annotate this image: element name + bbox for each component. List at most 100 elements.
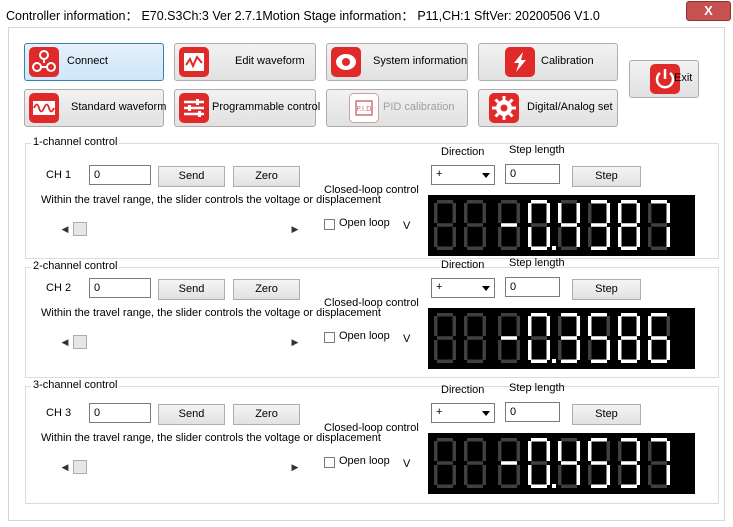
zero-button[interactable]: Zero [233,404,300,425]
segment-a [591,438,607,442]
segment-a [591,313,607,317]
segment-b [576,441,580,461]
segment-c [666,227,670,247]
direction-select[interactable]: + [431,278,495,298]
segment-a [467,313,483,317]
standard-waveform-button[interactable]: Standard waveform [24,89,166,127]
zero-button[interactable]: Zero [233,166,300,187]
segment-d [591,246,607,250]
segment-d [467,359,483,363]
segment-f [464,316,468,336]
channel-value-input[interactable] [89,403,151,423]
digital-analog-set-button[interactable]: Digital/Analog set [478,89,618,127]
slider-left-arrow[interactable]: ◀ [58,460,72,474]
step-length-input[interactable] [505,402,560,422]
segment-c [666,340,670,360]
send-button[interactable]: Send [158,166,225,187]
zero-button[interactable]: Zero [233,279,300,300]
step-length-input[interactable] [505,277,560,297]
step-button[interactable]: Step [572,404,641,425]
direction-select[interactable]: + [431,165,495,185]
segment-d [437,484,453,488]
step-length-label: Step length [509,257,565,269]
slider-thumb[interactable] [73,335,87,349]
segment-f [558,441,562,461]
pid-icon: P.I.D [349,93,379,123]
segment-g [651,223,667,227]
waveform-edit-icon [179,47,209,77]
slider-right-arrow[interactable]: ▶ [288,222,302,236]
connect-button[interactable]: Connect [24,43,164,81]
calibration-button[interactable]: Calibration [478,43,618,81]
segment-b [452,441,456,461]
open-loop-checkbox[interactable] [324,332,335,343]
send-button[interactable]: Send [158,279,225,300]
segment-g [591,223,607,227]
segment-f [528,316,532,336]
unit-label: V [403,458,411,470]
channel-value-input[interactable] [89,278,151,298]
seven-segment-display: 88-0.3586 [428,308,695,369]
unit-label: V [403,220,411,232]
segment-g [591,461,607,465]
segment-g [621,336,637,340]
segment-d [651,359,667,363]
close-button[interactable]: X [686,1,731,21]
send-button[interactable]: Send [158,404,225,425]
segment-c [452,465,456,485]
segment-e [648,340,652,360]
segment-c [576,340,580,360]
step-button[interactable]: Step [572,279,641,300]
chevron-down-icon [482,411,490,416]
step-button[interactable]: Step [572,166,641,187]
step-length-label: Step length [509,382,565,394]
channel-label: CH 2 [46,282,72,294]
step-length-input[interactable] [505,164,560,184]
open-loop-checkbox[interactable] [324,219,335,230]
channel-value-input[interactable] [89,165,151,185]
segment-f [464,441,468,461]
segment-b [452,316,456,336]
edit-waveform-button[interactable]: Edit waveform [174,43,316,81]
channel-group-3: 3-channel control CH 3 Send Zero Closed-… [25,379,719,504]
slider-right-arrow[interactable]: ▶ [288,460,302,474]
pid-calibration-button[interactable]: P.I.D PID calibration [326,89,468,127]
segment-c [546,465,550,485]
decimal-point [552,484,556,488]
slider-left-arrow[interactable]: ◀ [58,335,72,349]
connect-label: Connect [67,55,108,67]
segment-c [606,340,610,360]
segment-c [636,227,640,247]
segment-c [606,227,610,247]
seven-segment-display: 88-0.4537 [428,433,695,494]
main-window: Connect Edit waveform System information… [8,27,725,521]
segment-f [434,203,438,223]
calibration-icon [505,47,535,77]
calibration-label: Calibration [541,55,594,67]
segment-a [621,438,637,442]
segment-a [531,200,547,204]
system-information-button[interactable]: System information [326,43,468,81]
segment-f [498,441,502,461]
exit-button[interactable]: Exit [629,60,699,98]
slider-left-arrow[interactable]: ◀ [58,222,72,236]
slider-thumb[interactable] [73,460,87,474]
direction-select[interactable]: + [431,403,495,423]
segment-a [651,200,667,204]
segment-b [516,203,520,223]
segment-b [636,441,640,461]
open-loop-checkbox[interactable] [324,457,335,468]
segment-c [516,340,520,360]
segment-b [576,203,580,223]
segment-d [437,359,453,363]
segment-c [606,465,610,485]
segment-f [434,316,438,336]
slider-hint-text: Within the travel range, the slider cont… [41,194,381,206]
slider-right-arrow[interactable]: ▶ [288,335,302,349]
segment-f [558,316,562,336]
segment-g [651,461,667,465]
programmable-control-button[interactable]: Programmable control [174,89,320,127]
segment-g [561,223,577,227]
segment-a [651,313,667,317]
slider-thumb[interactable] [73,222,87,236]
